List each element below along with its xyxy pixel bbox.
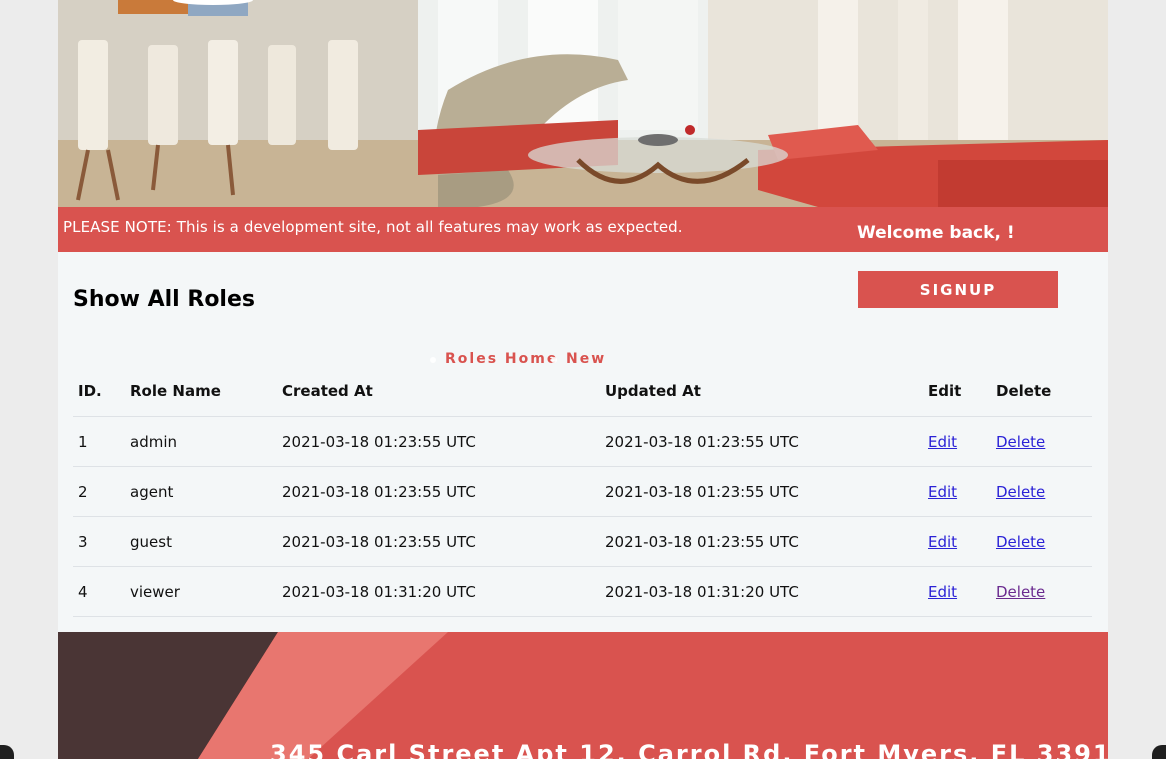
hero-image xyxy=(58,0,1108,207)
window-corner-right xyxy=(1152,745,1166,759)
edit-link[interactable]: Edit xyxy=(928,433,957,451)
bullet-icon xyxy=(430,357,436,363)
cell-id: 1 xyxy=(73,416,125,467)
window-corner-left xyxy=(0,745,14,759)
table-row: 2 agent 2021-03-18 01:23:55 UTC 2021-03-… xyxy=(73,466,1092,517)
cell-edit: Edit xyxy=(923,416,991,467)
delete-link[interactable]: Delete xyxy=(996,483,1045,501)
cell-delete: Delete xyxy=(991,416,1092,467)
cell-role-name: admin xyxy=(125,416,277,467)
welcome-message: Welcome back, ! xyxy=(857,223,1015,243)
bullet-icon xyxy=(551,357,557,363)
cell-updated-at: 2021-03-18 01:23:55 UTC xyxy=(600,516,923,567)
page: PLEASE NOTE: This is a development site,… xyxy=(58,0,1108,759)
table-header-row: ID. Role Name Created At Updated At Edit… xyxy=(73,366,1092,417)
col-created-at: Created At xyxy=(277,366,600,417)
cell-delete: Delete xyxy=(991,566,1092,617)
cell-created-at: 2021-03-18 01:31:20 UTC xyxy=(277,566,600,617)
col-role-name: Role Name xyxy=(125,366,277,417)
cell-role-name: agent xyxy=(125,466,277,517)
cell-delete: Delete xyxy=(991,466,1092,517)
cell-id: 4 xyxy=(73,566,125,617)
footer-address: 345 Carl Street Apt 12, Carrol Rd, Fort … xyxy=(270,740,1108,759)
edit-link[interactable]: Edit xyxy=(928,483,957,501)
cell-created-at: 2021-03-18 01:23:55 UTC xyxy=(277,466,600,517)
new-role-link[interactable]: New xyxy=(566,351,606,367)
edit-link[interactable]: Edit xyxy=(928,533,957,551)
edit-link[interactable]: Edit xyxy=(928,583,957,601)
footer: 345 Carl Street Apt 12, Carrol Rd, Fort … xyxy=(58,632,1108,759)
cell-edit: Edit xyxy=(923,516,991,567)
table-row: 1 admin 2021-03-18 01:23:55 UTC 2021-03-… xyxy=(73,416,1092,467)
table-row: 4 viewer 2021-03-18 01:31:20 UTC 2021-03… xyxy=(73,566,1092,617)
cell-updated-at: 2021-03-18 01:23:55 UTC xyxy=(600,466,923,517)
delete-link[interactable]: Delete xyxy=(996,533,1045,551)
dev-notice-text: PLEASE NOTE: This is a development site,… xyxy=(63,218,683,236)
col-edit: Edit xyxy=(923,366,991,417)
roles-table: ID. Role Name Created At Updated At Edit… xyxy=(73,366,1092,617)
cell-id: 2 xyxy=(73,466,125,517)
cell-id: 3 xyxy=(73,516,125,567)
cell-edit: Edit xyxy=(923,566,991,617)
col-updated-at: Updated At xyxy=(600,366,923,417)
delete-link[interactable]: Delete xyxy=(996,583,1045,601)
cell-updated-at: 2021-03-18 01:23:55 UTC xyxy=(600,416,923,467)
table-row: 3 guest 2021-03-18 01:23:55 UTC 2021-03-… xyxy=(73,516,1092,567)
signup-button[interactable]: SIGNUP xyxy=(858,271,1058,308)
cell-delete: Delete xyxy=(991,516,1092,567)
col-delete: Delete xyxy=(991,366,1092,417)
delete-link[interactable]: Delete xyxy=(996,433,1045,451)
dev-notice-bar: PLEASE NOTE: This is a development site,… xyxy=(58,207,1108,252)
cell-created-at: 2021-03-18 01:23:55 UTC xyxy=(277,416,600,467)
cell-role-name: viewer xyxy=(125,566,277,617)
cell-updated-at: 2021-03-18 01:31:20 UTC xyxy=(600,566,923,617)
cell-edit: Edit xyxy=(923,466,991,517)
living-room-photo xyxy=(58,0,1108,207)
page-title: Show All Roles xyxy=(73,287,255,312)
roles-home-link[interactable]: Roles Home xyxy=(445,351,558,367)
col-id: ID. xyxy=(73,366,125,417)
cell-created-at: 2021-03-18 01:23:55 UTC xyxy=(277,516,600,567)
cell-role-name: guest xyxy=(125,516,277,567)
